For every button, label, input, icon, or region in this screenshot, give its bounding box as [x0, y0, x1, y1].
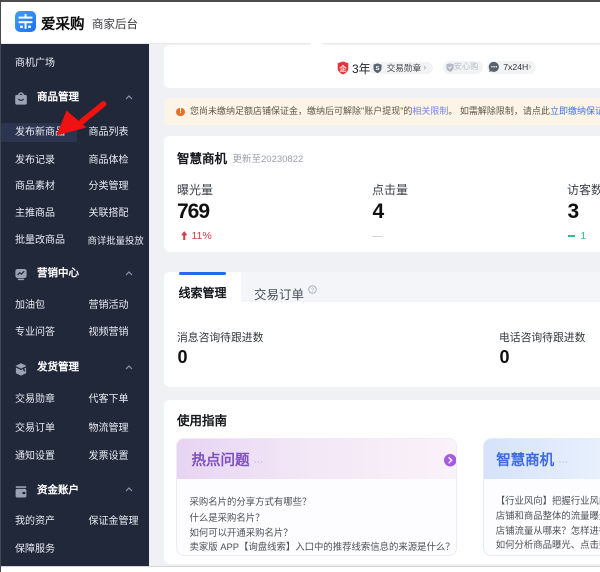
svg-text:S: S [375, 66, 379, 72]
svg-text:企: 企 [339, 63, 348, 72]
